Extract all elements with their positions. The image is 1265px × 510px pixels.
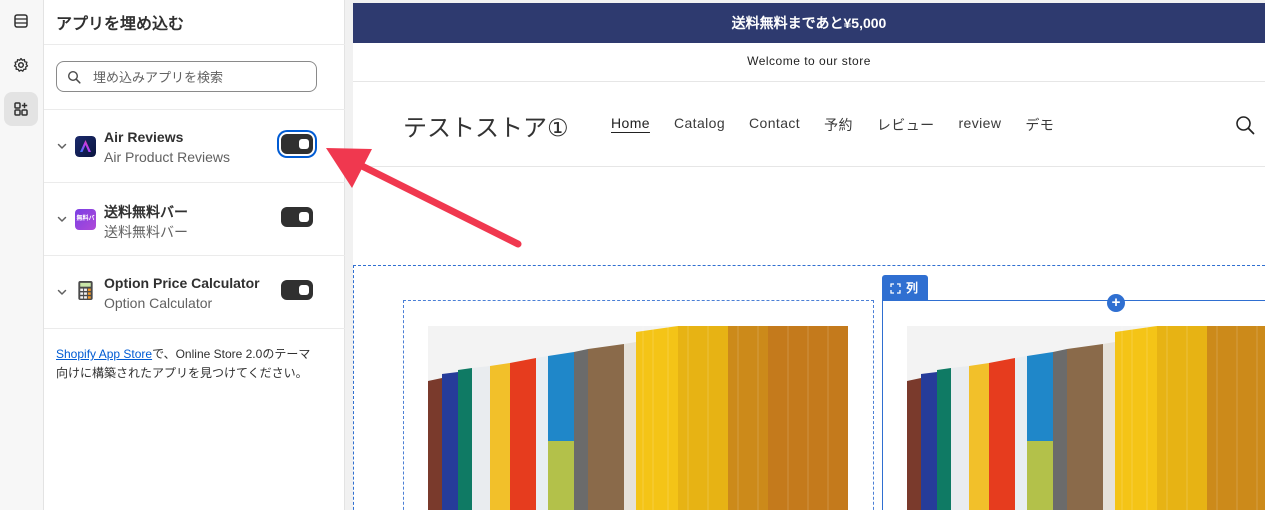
- app-name: Option Price Calculator: [104, 275, 260, 291]
- column-tag-label: 列: [906, 281, 919, 295]
- store-preview: 送料無料まであと¥5,000 Welcome to our store テストス…: [353, 3, 1265, 510]
- app-subtitle: Air Product Reviews: [104, 149, 231, 165]
- air-reviews-logo-icon: [75, 136, 96, 157]
- nav-link-demo[interactable]: デモ: [1025, 115, 1054, 135]
- divider: [44, 44, 345, 45]
- shopify-app-store-link[interactable]: Shopify App Store: [56, 347, 152, 361]
- app-name: 送料無料バー: [104, 204, 188, 220]
- theme-settings-button[interactable]: [4, 48, 38, 82]
- free-shipping-bar-icon: 無料バー: [75, 209, 96, 230]
- nav-link-catalog[interactable]: Catalog: [674, 115, 725, 135]
- chevron-down-icon[interactable]: [56, 286, 68, 298]
- sections-button[interactable]: [4, 4, 38, 38]
- app-subtitle: Option Calculator: [104, 295, 213, 311]
- app-store-note: Shopify App Storeで、Online Store 2.0のテーマ向…: [56, 345, 314, 383]
- settings-gear-icon: [13, 57, 29, 72]
- search-icon: [67, 70, 81, 84]
- acrylic-panels-image: [428, 326, 848, 510]
- nav-link-booking[interactable]: 予約: [824, 115, 853, 135]
- announcement-bar[interactable]: 送料無料まであと¥5,000: [353, 3, 1265, 43]
- add-block-button[interactable]: +: [1107, 294, 1125, 312]
- app-toggle-free-shipping-bar[interactable]: [281, 207, 313, 227]
- app-item-free-shipping-bar[interactable]: 無料バー 送料無料バー 送料無料バー: [44, 183, 345, 256]
- sections-icon: [14, 14, 28, 28]
- nav-link-home[interactable]: Home: [611, 115, 650, 135]
- product-image[interactable]: [907, 326, 1265, 510]
- search-icon[interactable]: [1235, 115, 1255, 135]
- store-nav: Home Catalog Contact 予約 レビュー review デモ: [611, 115, 1078, 135]
- app-search-box[interactable]: [56, 61, 317, 92]
- app-name: Air Reviews: [104, 129, 184, 145]
- expand-frame-icon: [890, 282, 901, 294]
- chevron-down-icon[interactable]: [56, 213, 68, 225]
- store-header: テストストア① Home Catalog Contact 予約 レビュー rev…: [353, 82, 1265, 167]
- app-search-input[interactable]: [93, 67, 308, 87]
- app-toggle-air-reviews[interactable]: [281, 134, 313, 154]
- acrylic-panels-image: [907, 326, 1265, 510]
- app-embed-icon: [14, 102, 28, 116]
- panel-title: アプリを埋め込む: [56, 16, 185, 33]
- app-toggle-option-price-calculator[interactable]: [281, 280, 313, 300]
- calculator-icon: [78, 280, 93, 301]
- nav-link-contact[interactable]: Contact: [749, 115, 800, 135]
- app-embeds-panel: アプリを埋め込む Air Reviews Air Produ: [44, 0, 345, 510]
- divider: [44, 328, 345, 329]
- welcome-bar[interactable]: Welcome to our store: [353, 43, 1265, 82]
- product-image[interactable]: [428, 326, 848, 510]
- app-item-option-price-calculator[interactable]: Option Price Calculator Option Calculato…: [44, 256, 345, 329]
- app-embeds-button[interactable]: [4, 92, 38, 126]
- column-selection-tag[interactable]: 列: [882, 275, 929, 301]
- nav-link-reviews-jp[interactable]: レビュー: [877, 115, 935, 135]
- store-logo-text[interactable]: テストストア①: [403, 108, 569, 143]
- nav-link-review[interactable]: review: [959, 115, 1002, 135]
- icon-rail: [0, 0, 44, 510]
- app-subtitle: 送料無料バー: [104, 224, 188, 240]
- chevron-down-icon[interactable]: [56, 140, 68, 152]
- app-item-air-reviews[interactable]: Air Reviews Air Product Reviews: [44, 110, 345, 183]
